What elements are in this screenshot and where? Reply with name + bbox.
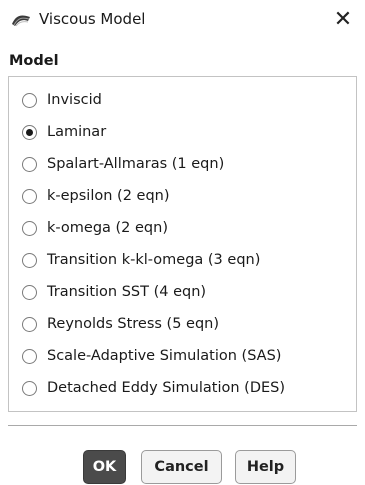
cancel-button[interactable]: Cancel	[141, 450, 222, 484]
radio-label: Scale-Adaptive Simulation (SAS)	[47, 348, 282, 364]
radio-button-reynolds-stress[interactable]	[22, 316, 37, 332]
viscous-model-app-icon	[11, 12, 31, 28]
radio-label: Inviscid	[47, 92, 102, 108]
radio-option-k-omega[interactable]: k-omega (2 eqn)	[22, 216, 168, 240]
radio-button-laminar[interactable]	[22, 124, 37, 140]
radio-label: k-omega (2 eqn)	[47, 220, 168, 236]
ok-button[interactable]: OK	[83, 450, 126, 484]
radio-label: k-epsilon (2 eqn)	[47, 188, 170, 204]
radio-button-inviscid[interactable]	[22, 92, 37, 108]
radio-button-scale-adaptive-simulation[interactable]	[22, 348, 37, 364]
radio-option-transition-k-kl-omega[interactable]: Transition k-kl-omega (3 eqn)	[22, 248, 260, 272]
radio-option-detached-eddy-simulation[interactable]: Detached Eddy Simulation (DES)	[22, 376, 285, 400]
model-radio-group: Inviscid Laminar Spalart-Allmaras (1 eqn…	[8, 76, 357, 412]
radio-option-inviscid[interactable]: Inviscid	[22, 88, 102, 112]
radio-button-spalart-allmaras[interactable]	[22, 156, 37, 172]
radio-label: Detached Eddy Simulation (DES)	[47, 380, 286, 396]
close-icon[interactable]: ✕	[329, 5, 357, 33]
radio-button-k-omega[interactable]	[22, 220, 37, 236]
radio-label: Spalart-Allmaras (1 eqn)	[47, 156, 225, 172]
radio-button-transition-k-kl-omega[interactable]	[22, 252, 37, 268]
radio-option-scale-adaptive-simulation[interactable]: Scale-Adaptive Simulation (SAS)	[22, 344, 281, 368]
radio-label: Transition k-kl-omega (3 eqn)	[47, 252, 261, 268]
radio-button-k-epsilon[interactable]	[22, 188, 37, 204]
radio-option-laminar[interactable]: Laminar	[22, 120, 106, 144]
radio-label: Transition SST (4 eqn)	[47, 284, 207, 300]
radio-label: Laminar	[47, 124, 107, 140]
title-bar: Viscous Model ✕	[0, 0, 365, 42]
radio-button-detached-eddy-simulation[interactable]	[22, 380, 37, 396]
radio-option-transition-sst[interactable]: Transition SST (4 eqn)	[22, 280, 206, 304]
radio-option-spalart-allmaras[interactable]: Spalart-Allmaras (1 eqn)	[22, 152, 224, 176]
footer-separator	[8, 425, 357, 426]
radio-option-k-epsilon[interactable]: k-epsilon (2 eqn)	[22, 184, 170, 208]
model-group-label: Model	[9, 53, 59, 69]
radio-label: Reynolds Stress (5 eqn)	[47, 316, 220, 332]
window-title: Viscous Model	[39, 10, 146, 28]
radio-button-transition-sst[interactable]	[22, 284, 37, 300]
radio-option-reynolds-stress[interactable]: Reynolds Stress (5 eqn)	[22, 312, 219, 336]
help-button[interactable]: Help	[235, 450, 296, 484]
